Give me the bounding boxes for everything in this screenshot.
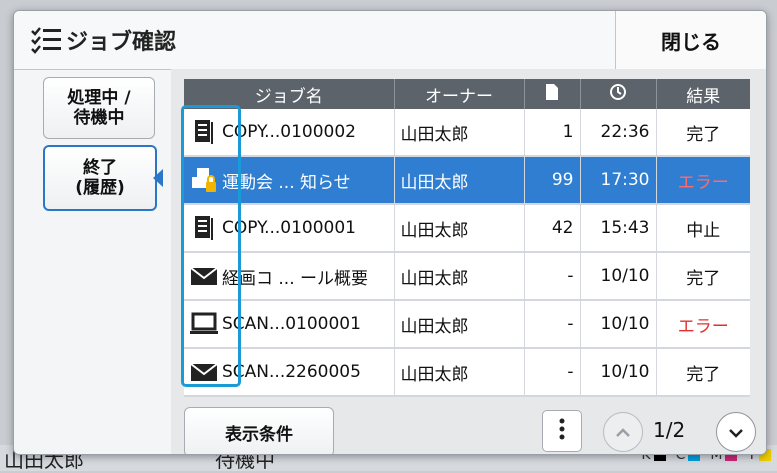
table-row[interactable]: SCAN...2260005 山田太郎 -10/10 完了: [184, 348, 750, 397]
job-name-text: 運動会 ... 知らせ: [222, 172, 351, 193]
cell-job-name: COPY...0100002: [184, 109, 395, 157]
cell-job-name: 運動会 ... 知らせ: [184, 156, 395, 205]
dialog-title: ジョブ確認: [66, 30, 177, 55]
cell-time: 10/10: [580, 348, 657, 397]
tab-completed-history[interactable]: 終了 (履歴): [43, 145, 157, 211]
cell-pages: -: [524, 252, 581, 301]
cell-pages: 1: [524, 109, 581, 157]
cell-owner: 山田太郎: [394, 109, 525, 157]
table-row[interactable]: COPY...0100001 山田太郎 42 15:43 中止: [184, 204, 750, 253]
cell-pages: 42: [524, 204, 581, 253]
job-name-text: COPY...0100001: [222, 218, 356, 238]
page-indicator: 1/2: [653, 418, 686, 442]
cell-time: 22:36: [580, 109, 657, 157]
mail-icon: [190, 262, 218, 290]
cell-job-name: COPY...0100001: [184, 204, 395, 253]
cell-time: 10/10: [580, 252, 657, 301]
job-name-text: SCAN...2260005: [222, 362, 361, 382]
job-name-text: 経画コ ... ール概要: [222, 268, 369, 289]
close-button[interactable]: 閉じる: [615, 11, 766, 69]
cell-job-name: SCAN...2260005: [184, 348, 395, 397]
header-result[interactable]: 結果: [656, 79, 750, 109]
cell-result: 完了: [656, 252, 750, 301]
cell-time: 15:43: [580, 204, 657, 253]
chevron-down-icon: [728, 423, 744, 442]
job-name-text: COPY...0100002: [222, 122, 356, 142]
cell-time: 10/10: [580, 300, 657, 349]
job-list-panel: ジョブ名 オーナー 結果 COPY...0100002 山田太郎 1 22:36…: [171, 69, 766, 454]
header-time[interactable]: [580, 79, 657, 109]
copy-icon: [190, 214, 218, 242]
copy-icon: [190, 118, 218, 146]
print-lock-icon: [190, 166, 218, 194]
header-owner[interactable]: オーナー: [394, 79, 525, 109]
cell-pages: -: [524, 348, 581, 397]
pc-icon: [190, 310, 218, 338]
cell-job-name: SCAN...0100001: [184, 300, 395, 349]
cell-pages: -: [524, 300, 581, 349]
table-row[interactable]: 運動会 ... 知らせ 山田太郎 99 17:30 エラー: [184, 156, 750, 205]
cell-owner: 山田太郎: [394, 300, 525, 349]
job-list-icon: [30, 25, 64, 55]
cell-result: エラー: [656, 300, 750, 349]
mail-icon: [190, 358, 218, 386]
clock-icon: [609, 83, 627, 106]
document-icon: [545, 83, 559, 106]
tab-processing-waiting[interactable]: 処理中 / 待機中: [43, 77, 155, 139]
cell-result: エラー: [656, 156, 750, 205]
vertical-dots-icon: [559, 418, 565, 444]
table-row[interactable]: COPY...0100002 山田太郎 1 22:36 完了: [184, 109, 750, 157]
page-up-button[interactable]: [603, 412, 643, 452]
dialog-titlebar: ジョブ確認 閉じる: [14, 11, 766, 70]
cell-time: 17:30: [580, 156, 657, 205]
job-name-text: SCAN...0100001: [222, 314, 361, 334]
table-header-row: ジョブ名 オーナー 結果: [184, 79, 750, 109]
cell-owner: 山田太郎: [394, 252, 525, 301]
cell-job-name: 経画コ ... ール概要: [184, 252, 395, 301]
cell-owner: 山田太郎: [394, 204, 525, 253]
cell-owner: 山田太郎: [394, 348, 525, 397]
cell-pages: 99: [524, 156, 581, 205]
page-down-button[interactable]: [716, 412, 756, 452]
table-row[interactable]: 経画コ ... ール概要 山田太郎 -10/10 完了: [184, 252, 750, 301]
chevron-up-icon: [615, 423, 631, 442]
job-status-dialog: ジョブ確認 閉じる 処理中 / 待機中 終了 (履歴) ジョブ名 オーナー 結果…: [13, 10, 767, 455]
job-table: ジョブ名 オーナー 結果 COPY...0100002 山田太郎 1 22:36…: [184, 79, 750, 397]
header-job-name[interactable]: ジョブ名: [184, 79, 395, 109]
header-pages[interactable]: [524, 79, 581, 109]
selected-tab-pointer: [153, 169, 163, 187]
cell-result: 中止: [656, 204, 750, 253]
more-options-button[interactable]: [542, 410, 582, 452]
display-conditions-button[interactable]: 表示条件: [184, 407, 334, 454]
cell-result: 完了: [656, 109, 750, 157]
cell-result: 完了: [656, 348, 750, 397]
cell-owner: 山田太郎: [394, 156, 525, 205]
table-row[interactable]: SCAN...0100001 山田太郎 -10/10 エラー: [184, 300, 750, 349]
